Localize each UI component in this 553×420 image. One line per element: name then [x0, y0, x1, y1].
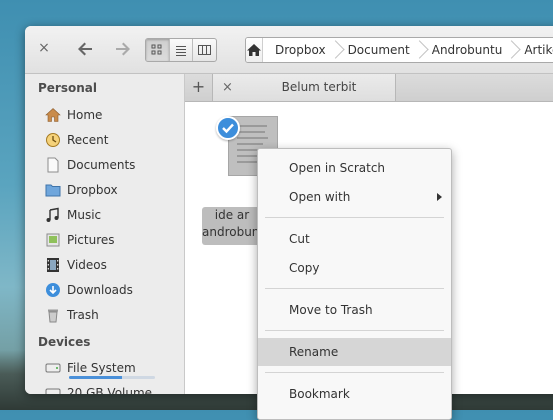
menu-item-rename[interactable]: Rename	[258, 338, 451, 366]
sidebar-item-label: Recent	[67, 133, 109, 147]
sidebar-item-label: Pictures	[67, 233, 115, 247]
checkmark-icon[interactable]	[216, 116, 240, 140]
disk-usage-bar	[69, 376, 155, 379]
clock-icon	[45, 132, 61, 148]
view-mode-switcher	[145, 38, 217, 62]
sidebar-item-label: Downloads	[67, 283, 133, 297]
sidebar-item-home[interactable]: Home	[45, 104, 102, 126]
sidebar-item-label: Music	[67, 208, 102, 222]
arrow-right-icon	[116, 42, 130, 56]
back-button[interactable]	[75, 39, 95, 59]
menu-separator	[265, 288, 444, 289]
music-icon	[45, 207, 61, 223]
menu-separator	[265, 217, 444, 218]
sidebar-item-recent[interactable]: Recent	[45, 129, 108, 151]
sidebar-item-label: Trash	[67, 308, 99, 322]
folder-icon	[45, 182, 61, 198]
home-icon	[247, 44, 261, 56]
tab-bar: + × Belum terbit	[185, 74, 553, 102]
sidebar-item-label: Home	[67, 108, 103, 122]
context-menu: Open in Scratch Open with Cut Copy Move …	[257, 148, 452, 420]
menu-item-open-in-scratch[interactable]: Open in Scratch	[258, 154, 451, 182]
menu-item-bookmark[interactable]: Bookmark	[258, 380, 451, 408]
header-bar: × Dropbox Document Androbuntu Artik	[25, 26, 553, 74]
path-bar: Dropbox Document Androbuntu Artikel	[245, 37, 553, 63]
breadcrumb-dropbox[interactable]: Dropbox	[263, 38, 336, 62]
sidebar-item-dropbox[interactable]: Dropbox	[45, 179, 118, 201]
menu-item-copy[interactable]: Copy	[258, 254, 451, 282]
grid-view-button[interactable]	[146, 39, 170, 61]
sidebar-item-label: 20 GB Volume	[67, 386, 153, 394]
breadcrumb-document[interactable]: Document	[336, 38, 420, 62]
list-view-button[interactable]	[170, 39, 194, 61]
menu-item-cut[interactable]: Cut	[258, 225, 451, 253]
sidebar: Personal Home Recent Documents Dropbox M…	[25, 74, 185, 394]
drive-icon	[45, 360, 61, 376]
sidebar-item-pictures[interactable]: Pictures	[45, 229, 115, 251]
menu-item-open-with[interactable]: Open with	[258, 183, 451, 211]
sidebar-item-documents[interactable]: Documents	[45, 154, 135, 176]
sidebar-item-videos[interactable]: Videos	[45, 254, 107, 276]
sidebar-item-label: Videos	[67, 258, 107, 272]
video-icon	[45, 257, 61, 273]
grid-view-icon	[151, 44, 162, 55]
document-icon	[45, 157, 61, 173]
new-tab-button[interactable]: +	[185, 74, 213, 101]
sidebar-item-label: File System	[67, 361, 136, 375]
drive-icon	[45, 385, 61, 394]
tab-belum-terbit[interactable]: × Belum terbit	[213, 74, 396, 101]
sidebar-header-personal: Personal	[38, 81, 97, 95]
sidebar-header-devices: Devices	[38, 335, 91, 349]
trash-icon	[45, 307, 61, 323]
pictures-icon	[45, 232, 61, 248]
tab-label: Belum terbit	[281, 80, 357, 94]
sidebar-item-label: Documents	[67, 158, 136, 172]
arrow-left-icon	[78, 42, 92, 56]
breadcrumb-androbuntu[interactable]: Androbuntu	[420, 38, 513, 62]
breadcrumb-home[interactable]	[246, 38, 263, 62]
sidebar-item-trash[interactable]: Trash	[45, 304, 99, 326]
menu-item-label: Open with	[289, 190, 351, 204]
menu-item-move-to-trash[interactable]: Move to Trash	[258, 296, 451, 324]
column-view-button[interactable]	[193, 39, 216, 61]
sidebar-item-downloads[interactable]: Downloads	[45, 279, 133, 301]
download-icon	[45, 282, 61, 298]
file-name-label[interactable]: ide ar androbunt	[202, 207, 262, 245]
disk-usage-fill	[69, 376, 123, 379]
menu-separator	[265, 372, 444, 373]
close-tab-button[interactable]: ×	[222, 80, 233, 95]
home-icon	[45, 107, 61, 123]
sidebar-item-label: Dropbox	[67, 183, 118, 197]
menu-separator	[265, 330, 444, 331]
submenu-arrow-icon	[437, 193, 442, 201]
forward-button[interactable]	[113, 39, 133, 59]
sidebar-item-volume[interactable]: 20 GB Volume	[45, 382, 152, 394]
close-window-button[interactable]: ×	[37, 41, 51, 55]
list-view-icon	[176, 46, 186, 56]
file-name-line: ide ar	[214, 208, 250, 222]
sidebar-item-music[interactable]: Music	[45, 204, 101, 226]
column-view-icon	[198, 45, 212, 55]
file-name-line: androbunt	[202, 225, 262, 239]
